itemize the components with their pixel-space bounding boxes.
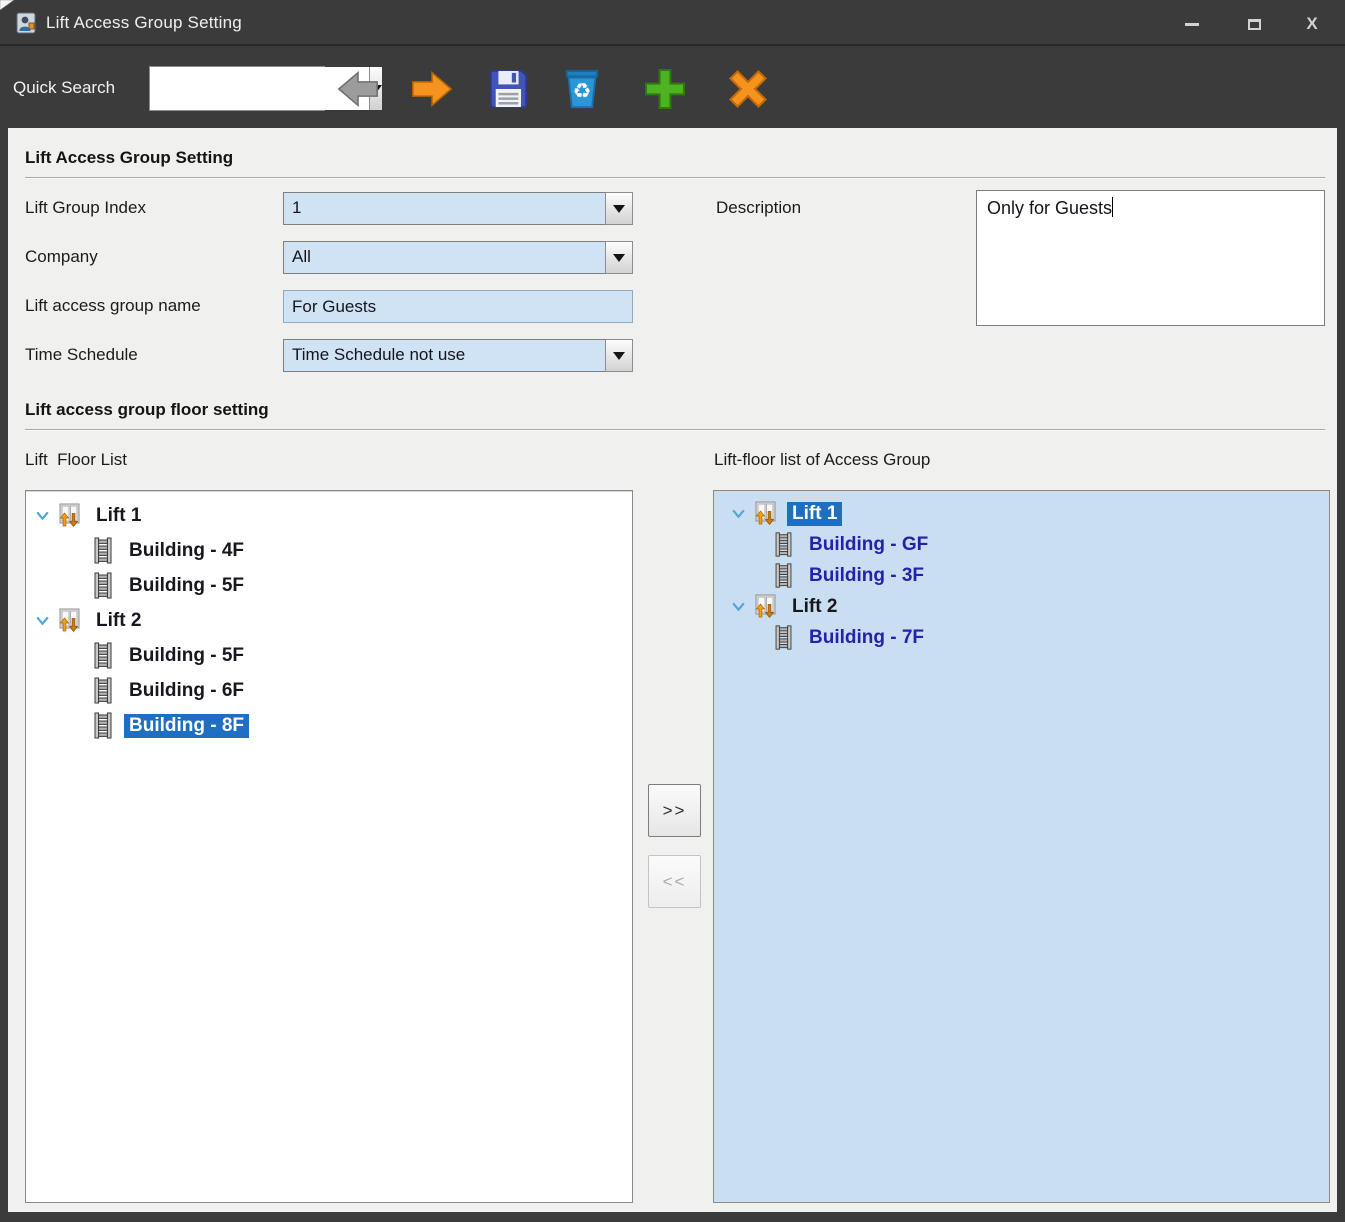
back-arrow-icon [333,66,383,112]
chevron-down-icon [613,352,625,360]
lift-icon [752,594,778,620]
tree-item-floor[interactable]: Building - 6F [26,673,632,708]
chevron-down-icon [613,254,625,262]
tree-item-floor[interactable]: Building - 5F [26,568,632,603]
toolbar: Quick Search [0,48,1345,128]
section-title-group-setting: Lift Access Group Setting [25,148,233,168]
section-divider [25,177,1325,179]
company-combobox[interactable]: All [283,241,633,274]
move-left-button[interactable]: << [648,855,701,908]
title-bar: Lift Access Group Setting X [0,0,1345,46]
company-label: Company [25,247,98,267]
section-title-floor-setting: Lift access group floor setting [25,400,269,420]
lift-floor-list-panel[interactable]: Lift 1 Building - 4F Building - 5F [25,490,633,1203]
tree-item-floor[interactable]: Building - 5F [26,638,632,673]
time-schedule-label: Time Schedule [25,345,138,365]
time-schedule-combobox[interactable]: Time Schedule not use [283,339,633,372]
plus-icon [641,65,689,113]
tree-item-floor[interactable]: Building - 7F [714,622,1329,653]
description-textarea[interactable]: Only for Guests [976,190,1325,326]
forward-button[interactable] [405,62,459,116]
description-label: Description [716,198,801,218]
access-group-list-label: Lift-floor list of Access Group [714,450,930,470]
save-icon [485,66,531,112]
floor-icon [91,711,115,740]
section-divider [25,429,1325,431]
lift-group-index-combobox[interactable]: 1 [283,192,633,225]
group-name-input[interactable] [283,290,633,323]
minimize-button[interactable] [1178,13,1206,35]
floor-icon [772,562,795,589]
tree-item-floor-selected[interactable]: Building - 8F [26,708,632,743]
floor-icon [91,536,115,565]
group-name-label: Lift access group name [25,296,201,316]
lift-group-index-label: Lift Group Index [25,198,146,218]
tree-item-floor[interactable]: Building - GF [714,529,1329,560]
tree-item-lift-selected[interactable]: Lift 1 [714,498,1329,529]
combobox-dropdown-button[interactable] [605,339,633,372]
x-icon [723,64,773,114]
chevron-expand-icon[interactable] [727,505,749,522]
lift-access-group-window: Lift Access Group Setting X Quick Search [0,0,1345,1222]
lift-floor-list-label: Lift Floor List [25,450,127,470]
move-right-button[interactable]: >> [648,784,701,837]
quick-search-label: Quick Search [13,48,115,128]
floor-icon [91,641,115,670]
floor-icon [91,571,115,600]
floor-icon [772,531,795,558]
combobox-dropdown-button[interactable] [605,241,633,274]
tree-item-lift[interactable]: Lift 2 [26,603,632,638]
tree-item-lift[interactable]: Lift 1 [26,498,632,533]
combobox-dropdown-button[interactable] [605,192,633,225]
forward-arrow-icon [407,66,457,112]
save-button[interactable] [481,62,535,116]
close-record-button[interactable] [721,62,775,116]
back-button[interactable] [331,62,385,116]
window-title: Lift Access Group Setting [46,0,242,46]
lift-icon [56,503,82,529]
mouse-cursor-artifact [0,0,14,10]
tree-item-floor[interactable]: Building - 3F [714,560,1329,591]
recycle-bin-icon: ♻ [559,66,605,112]
quick-search-combobox[interactable] [149,66,325,111]
floor-icon [91,676,115,705]
tree-item-lift[interactable]: Lift 2 [714,591,1329,622]
text-caret [1112,197,1113,217]
tree-item-floor[interactable]: Building - 4F [26,533,632,568]
chevron-expand-icon[interactable] [727,598,749,615]
delete-button[interactable]: ♻ [555,62,609,116]
floor-icon [772,624,795,651]
lift-icon [752,501,778,527]
add-button[interactable] [638,62,692,116]
lift-icon [56,608,82,634]
close-window-button[interactable]: X [1298,13,1326,35]
chevron-expand-icon[interactable] [31,507,53,524]
chevron-expand-icon[interactable] [31,612,53,629]
chevron-down-icon [613,205,625,213]
svg-text:♻: ♻ [573,78,592,103]
access-group-floor-panel[interactable]: Lift 1 Building - GF Building - 3F [713,490,1330,1203]
app-icon [14,11,38,35]
maximize-button[interactable] [1240,13,1268,35]
